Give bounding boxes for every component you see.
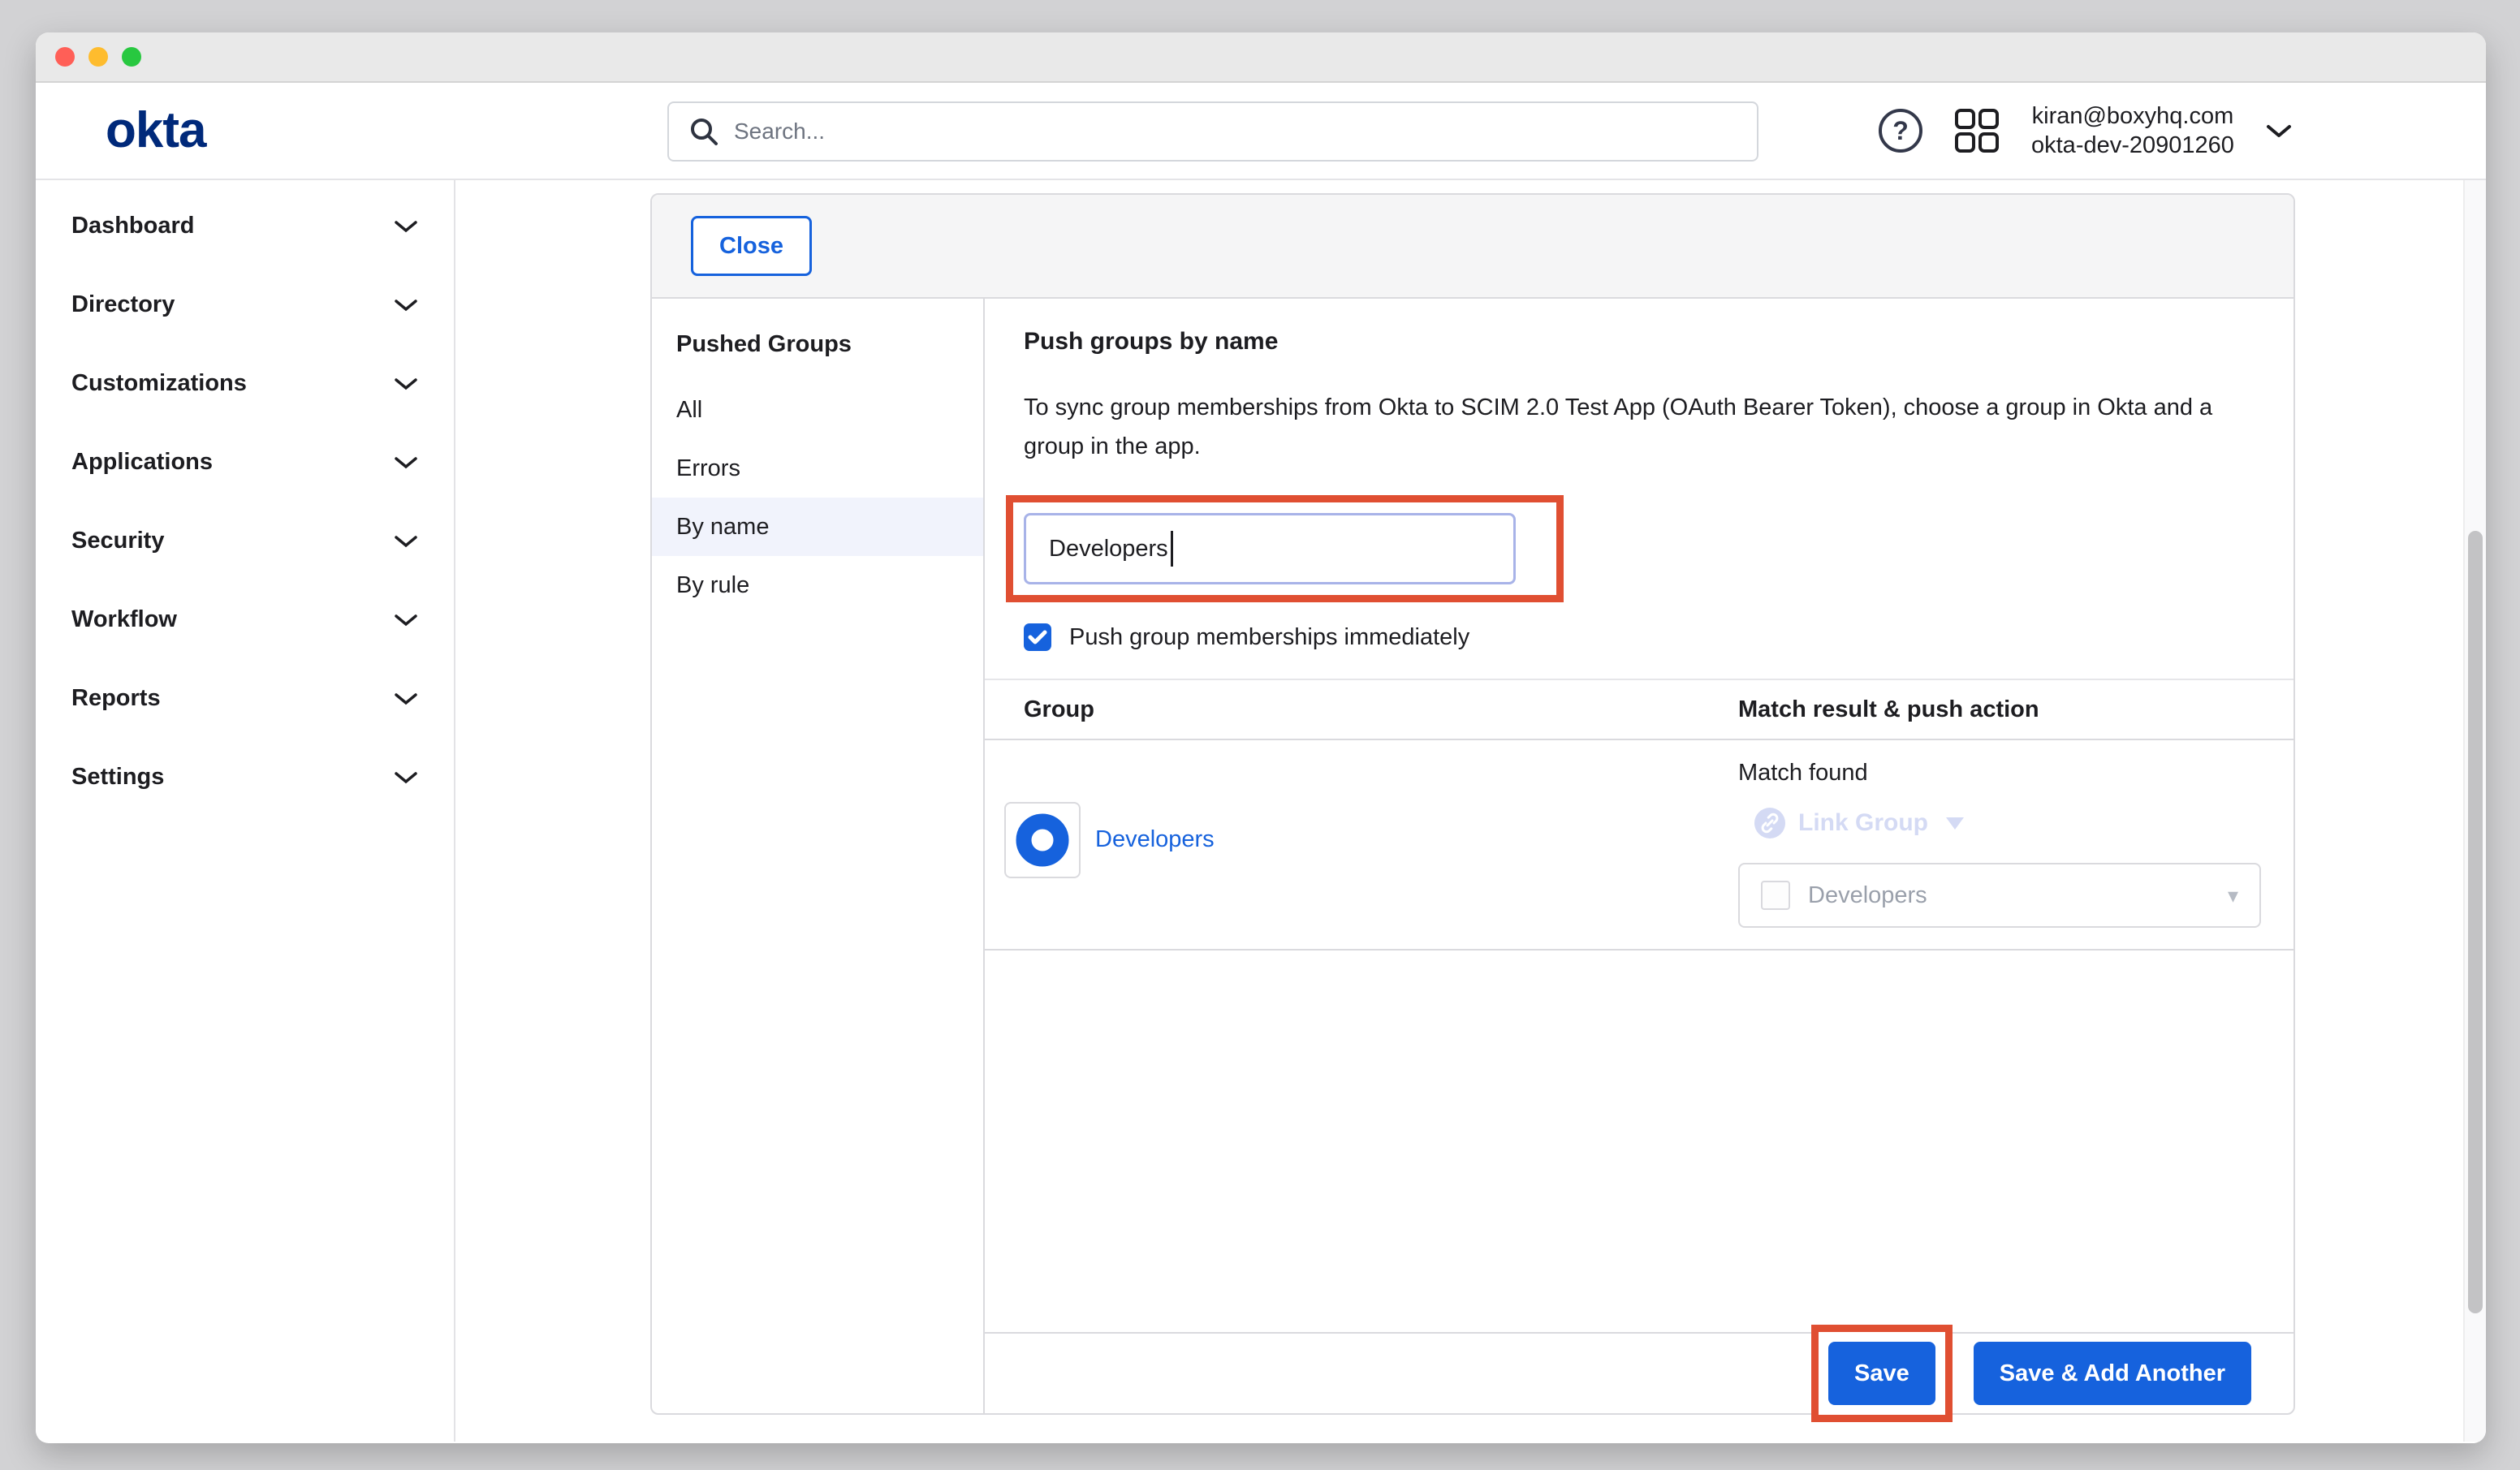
push-immediately-checkbox[interactable] [1024, 623, 1051, 651]
window-titlebar [36, 32, 2486, 83]
chevron-down-icon [394, 377, 418, 391]
org-name: okta-dev-20901260 [2031, 131, 2234, 160]
group-name-input[interactable]: Developers [1024, 513, 1516, 584]
caret-down-icon [1946, 817, 1964, 830]
group-avatar [1004, 802, 1081, 878]
match-status: Match found [1738, 760, 2293, 787]
browser-window: okta ? kiran@boxyhq.com okta-dev-2090126… [36, 32, 2486, 1443]
group-donut-icon [1016, 813, 1069, 867]
dropdown-caret-icon: ▾ [2228, 883, 2238, 908]
pushed-groups-nav: Pushed Groups All Errors By name By rule [652, 299, 985, 1413]
sidebar-item-settings[interactable]: Settings [36, 738, 454, 817]
nav-item-by-name[interactable]: By name [652, 498, 983, 556]
okta-logo: okta [106, 106, 205, 156]
panel-toolbar: Close [652, 195, 2293, 299]
sidebar-item-directory[interactable]: Directory [36, 265, 454, 344]
sidebar-item-customizations[interactable]: Customizations [36, 344, 454, 423]
section-title: Push groups by name [1024, 328, 2264, 356]
push-immediately-label: Push group memberships immediately [1069, 624, 1469, 651]
group-name-input-value: Developers [1049, 536, 1168, 563]
sidebar-item-security[interactable]: Security [36, 502, 454, 580]
zoom-window-button[interactable] [122, 47, 141, 67]
sidebar-item-reports[interactable]: Reports [36, 659, 454, 738]
chevron-down-icon [394, 298, 418, 313]
apps-grid-icon[interactable] [1953, 107, 2000, 154]
group-placeholder-icon [1761, 881, 1790, 910]
save-annotation-box: Save [1811, 1325, 1953, 1422]
link-group-action[interactable]: Link Group [1754, 808, 2293, 838]
chevron-down-icon [394, 692, 418, 706]
chevron-down-icon [394, 455, 418, 470]
main-content: Close Pushed Groups All Errors By name B… [455, 180, 2463, 1442]
panel-footer: Save Save & Add Another [985, 1332, 2293, 1413]
table-row: Developers Match found [985, 740, 2293, 951]
section-description: To sync group memberships from Okta to S… [1024, 388, 2250, 466]
save-button[interactable]: Save [1828, 1342, 1935, 1405]
chevron-down-icon [394, 219, 418, 234]
save-add-another-button[interactable]: Save & Add Another [1974, 1342, 2251, 1405]
nav-item-by-rule[interactable]: By rule [652, 556, 983, 614]
chevron-down-icon[interactable] [2265, 123, 2293, 139]
header-actions: ? kiran@boxyhq.com okta-dev-20901260 [1879, 83, 2293, 179]
input-annotation-box: Developers [1006, 495, 1564, 602]
chevron-down-icon [394, 613, 418, 627]
push-groups-panel: Close Pushed Groups All Errors By name B… [650, 193, 2295, 1415]
group-link[interactable]: Developers [1095, 826, 1215, 853]
table-header: Group Match result & push action [985, 680, 2293, 740]
user-email: kiran@boxyhq.com [2031, 101, 2234, 131]
close-button[interactable]: Close [691, 216, 812, 276]
main-sidebar: Dashboard Directory Customizations Appli… [36, 180, 455, 1442]
target-group-value: Developers [1808, 882, 2210, 909]
push-immediately-row[interactable]: Push group memberships immediately [1024, 623, 2264, 651]
search-icon [688, 116, 719, 147]
column-header-match: Match result & push action [1738, 696, 2293, 723]
sidebar-item-workflow[interactable]: Workflow [36, 580, 454, 659]
minimize-window-button[interactable] [88, 47, 108, 67]
help-icon[interactable]: ? [1879, 109, 1922, 153]
nav-item-all[interactable]: All [652, 381, 983, 439]
user-menu[interactable]: kiran@boxyhq.com okta-dev-20901260 [2031, 101, 2234, 160]
text-cursor [1171, 531, 1173, 567]
column-header-group: Group [985, 696, 1738, 723]
link-icon [1754, 808, 1785, 838]
sidebar-item-applications[interactable]: Applications [36, 423, 454, 502]
chevron-down-icon [394, 770, 418, 785]
scrollbar-thumb[interactable] [2468, 531, 2483, 1313]
check-icon [1028, 629, 1047, 645]
close-window-button[interactable] [55, 47, 75, 67]
scrollbar-track[interactable] [2463, 180, 2486, 1442]
target-group-dropdown[interactable]: Developers ▾ [1738, 863, 2261, 928]
push-by-name-section: Push groups by name To sync group member… [985, 299, 2293, 1413]
search-bar[interactable] [667, 101, 1758, 162]
link-group-label: Link Group [1798, 809, 1928, 837]
app-header: okta ? kiran@boxyhq.com okta-dev-2090126… [36, 83, 2486, 180]
nav-item-errors[interactable]: Errors [652, 439, 983, 498]
pushed-groups-title: Pushed Groups [676, 331, 983, 358]
search-input[interactable] [734, 119, 1737, 144]
sidebar-item-dashboard[interactable]: Dashboard [36, 187, 454, 265]
chevron-down-icon [394, 534, 418, 549]
